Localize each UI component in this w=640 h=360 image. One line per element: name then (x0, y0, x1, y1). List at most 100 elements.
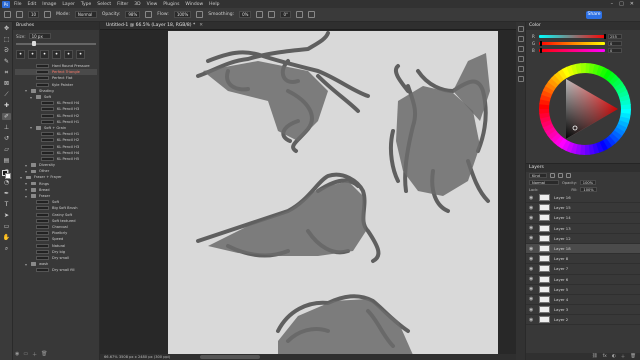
filter-adjustment-icon[interactable] (558, 173, 563, 178)
eye-icon[interactable]: ◉ (529, 246, 535, 252)
layer-row[interactable]: ◉ Layer 13 (526, 224, 640, 234)
menu-view[interactable]: View (147, 2, 158, 7)
dodge-icon[interactable]: ◔ (2, 179, 11, 186)
fx-icon[interactable]: fx (603, 354, 607, 359)
recent-brush-preset[interactable]: • (52, 50, 61, 59)
horizontal-scrollbar[interactable] (200, 355, 260, 359)
layer-blend-mode[interactable]: Normal (529, 180, 559, 185)
mode-select[interactable]: Normal (74, 11, 97, 18)
recent-brush-preset[interactable]: • (16, 50, 25, 59)
eye-icon[interactable]: ◉ (529, 266, 535, 272)
move-icon[interactable]: ✥ (2, 25, 11, 32)
recent-brush-preset[interactable]: • (28, 50, 37, 59)
zoom-icon[interactable]: ⌕ (2, 245, 11, 252)
history-icon[interactable] (518, 26, 524, 32)
eye-icon[interactable]: ◉ (529, 235, 535, 241)
menu-image[interactable]: Image (42, 2, 56, 7)
smoothing-field[interactable]: 0% (239, 11, 252, 18)
eye-icon[interactable]: ◉ (529, 276, 535, 282)
channel-slider-knob[interactable] (540, 48, 543, 53)
character-icon[interactable] (518, 76, 524, 82)
background-color-swatch[interactable] (5, 173, 11, 179)
swatches-icon[interactable] (518, 66, 524, 72)
menu-filter[interactable]: Filter (117, 2, 128, 7)
hand-icon[interactable]: ✋ (2, 234, 11, 241)
layer-row[interactable]: ◉ Layer 5 (526, 285, 640, 295)
history-brush-icon[interactable]: ↺ (2, 135, 11, 142)
crop-icon[interactable]: ⌗ (2, 69, 11, 76)
recent-brush-preset[interactable]: • (40, 50, 49, 59)
layer-opacity-field[interactable]: 100% (579, 180, 597, 185)
eye-icon[interactable]: ◉ (529, 205, 535, 211)
maximize-icon[interactable]: □ (619, 1, 624, 7)
libraries-icon[interactable] (518, 56, 524, 62)
fill-field[interactable]: 100% (580, 187, 597, 192)
new-brush-icon[interactable]: ＋ (32, 351, 37, 358)
close-tab-icon[interactable]: ✕ (199, 23, 203, 28)
gradient-icon[interactable]: ▤ (2, 157, 11, 164)
layer-row[interactable]: ◉ Layer 15 (526, 203, 640, 214)
document-tab[interactable]: Untitled-1 @ 66.5% (Layer 18, RGB/8) * ✕ (100, 22, 516, 30)
brush-size-input[interactable]: 10 px (28, 33, 51, 39)
layer-row[interactable]: ◉ Layer 14 (526, 213, 640, 224)
layer-row[interactable]: ◉ Layer 18 (526, 243, 640, 255)
pressure-size-icon[interactable] (296, 11, 303, 18)
eye-icon[interactable]: ◉ (529, 317, 535, 323)
share-button[interactable]: Share (586, 11, 602, 19)
channel-value-field[interactable]: 0 (608, 48, 622, 53)
pen-icon[interactable]: ✒ (2, 190, 11, 197)
delete-layer-icon[interactable]: 🗑 (630, 354, 636, 359)
eye-icon[interactable]: ◉ (529, 307, 535, 313)
minimize-icon[interactable]: – (611, 1, 614, 7)
channel-slider-knob[interactable] (603, 34, 606, 39)
new-group-icon[interactable]: ▭ (23, 351, 28, 358)
brushes-panel-title[interactable]: Brushes (13, 22, 99, 30)
properties-icon[interactable] (518, 36, 524, 42)
layer-row[interactable]: ◉ Layer 6 (526, 275, 640, 285)
brush-icon[interactable]: ✐ (2, 113, 11, 120)
eye-icon[interactable]: ◉ (529, 195, 535, 201)
eye-icon[interactable]: ◉ (529, 215, 535, 221)
menu-file[interactable]: File (14, 2, 22, 7)
angle-field[interactable]: 0° (280, 11, 291, 18)
filter-pixel-icon[interactable] (550, 173, 555, 178)
airbrush-icon[interactable] (196, 11, 204, 18)
shape-icon[interactable]: ▭ (2, 223, 11, 230)
symmetry-icon[interactable] (308, 11, 315, 18)
brush-settings-icon[interactable] (44, 11, 52, 18)
delete-icon[interactable]: 🗑 (41, 351, 47, 358)
lasso-icon[interactable]: ᘐ (2, 47, 11, 54)
close-icon[interactable]: ✕ (630, 1, 634, 7)
eraser-icon[interactable]: ▱ (2, 146, 11, 153)
layer-row[interactable]: ◉ Layer 4 (526, 295, 640, 306)
channel-value-field[interactable]: 255 (608, 34, 622, 39)
layer-row[interactable]: ◉ Layer 7 (526, 264, 640, 275)
filter-type-icon[interactable] (566, 173, 571, 178)
brush-size-slider[interactable] (16, 41, 96, 46)
brush-size-field[interactable]: 10 (28, 11, 40, 18)
eye-icon[interactable]: ◉ (529, 225, 535, 231)
menu-window[interactable]: Window (185, 2, 203, 7)
channel-slider[interactable] (539, 41, 605, 46)
new-layer-icon[interactable]: ＋ (621, 354, 626, 360)
menu-type[interactable]: Type (81, 2, 91, 7)
brush-size-slider-knob[interactable] (32, 41, 36, 46)
eye-icon[interactable]: ◉ (529, 286, 535, 292)
adjustments-icon[interactable] (518, 46, 524, 52)
menu-3d[interactable]: 3D (134, 2, 140, 7)
home-icon[interactable] (4, 11, 11, 18)
type-icon[interactable]: T (2, 201, 11, 208)
opacity-field[interactable]: 98% (125, 11, 141, 18)
link-icon[interactable]: ⛓ (592, 354, 598, 359)
layers-panel-title[interactable]: Layers (526, 164, 640, 172)
eye-icon[interactable]: ◉ (529, 256, 535, 262)
recent-brush-preset[interactable]: • (76, 50, 85, 59)
canvas[interactable] (168, 31, 498, 355)
brush-tool-preset-icon[interactable] (16, 11, 23, 18)
menu-select[interactable]: Select (97, 2, 111, 7)
eyedropper-icon[interactable]: ⟋ (2, 91, 11, 98)
marquee-icon[interactable]: ⬚ (2, 36, 11, 43)
angle-icon[interactable] (268, 11, 276, 18)
layer-row[interactable]: ◉ Layer 16 (526, 193, 640, 204)
smoothing-options-icon[interactable] (256, 11, 264, 18)
